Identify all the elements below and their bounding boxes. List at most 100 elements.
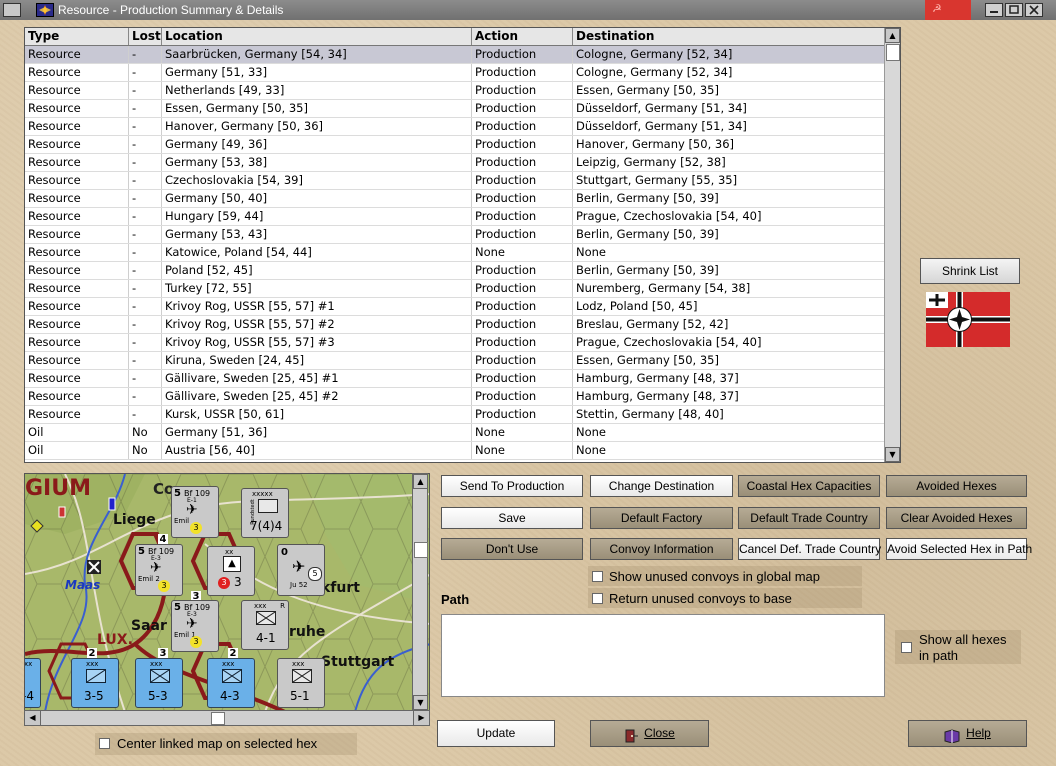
dont-use-button[interactable]: Don't Use [441, 538, 583, 560]
table-row[interactable]: Oil No Austria [56, 40] None None [25, 442, 885, 460]
close-button[interactable]: Close [590, 720, 709, 747]
header-action[interactable]: Action [472, 28, 573, 45]
unit-counter-bf109-e3[interactable]: 5 Bf 109 E-3 ✈ Emil 2 3 [135, 544, 183, 596]
unit-strength: 0 [281, 547, 288, 558]
cell-type: Resource [25, 370, 129, 387]
table-vertical-scrollbar[interactable]: ▲ ▼ [884, 28, 900, 462]
send-to-production-button[interactable]: Send To Production [441, 475, 583, 497]
unit-counter-ju52[interactable]: 0 ✈ Ju 52 5 [277, 544, 325, 596]
table-row[interactable]: Resource - Germany [53, 43] Production Berli… [25, 226, 885, 244]
unit-size: xx [225, 548, 234, 556]
unit-counter-bf109-e1[interactable]: 5 Bf 109 E-1 ✈ Emil 3 [171, 486, 219, 538]
unit-counter-bf109-e3-b[interactable]: 5 Bf 109 E-3 ✈ Emil 1 3 [171, 600, 219, 652]
table-row[interactable]: Resource - Kursk, USSR [50, 61] Production S… [25, 406, 885, 424]
cell-type: Resource [25, 172, 129, 189]
table-row[interactable]: Resource - Germany [50, 40] Production Berli… [25, 190, 885, 208]
cell-action: Production [472, 352, 573, 369]
unit-counter-35[interactable]: xxx 3-5 [71, 658, 119, 708]
cell-action: Production [472, 118, 573, 135]
scroll-up-arrow-icon[interactable]: ▲ [885, 28, 900, 43]
map-vertical-scrollbar[interactable]: ▲ ▼ [412, 473, 428, 711]
table-row[interactable]: Resource - Krivoy Rog, USSR [55, 57] #2 Pro… [25, 316, 885, 334]
header-type[interactable]: Type [25, 28, 129, 45]
table-row[interactable]: Resource - Czechoslovakia [54, 39] Producti… [25, 172, 885, 190]
save-button[interactable]: Save [441, 507, 583, 529]
unit-counter-43[interactable]: xxx 4-3 [207, 658, 255, 708]
show-all-hexes-checkbox[interactable] [901, 642, 912, 653]
map-label-kfurt: kfurt [321, 580, 360, 596]
unit-counter-51[interactable]: xxx 5-1 [277, 658, 325, 708]
default-factory-button[interactable]: Default Factory [590, 507, 733, 529]
linked-map[interactable]: GIUM Co Liege Maas LUX. Saar kfurt ruhe … [24, 473, 430, 711]
return-unused-convoys-checkbox[interactable] [592, 593, 603, 604]
german-war-flag-icon [926, 292, 1010, 347]
unit-counter-rundstedt[interactable]: xxxxx Rundstedt 7(4)4 [241, 488, 289, 538]
avoided-hexes-button[interactable]: Avoided Hexes [886, 475, 1027, 497]
production-table[interactable]: Type Lost Location Action Destination Re… [24, 27, 901, 463]
cell-location: Germany [53, 43] [162, 226, 472, 243]
table-row[interactable]: Resource - Essen, Germany [50, 35] Producti… [25, 100, 885, 118]
table-row[interactable]: Resource - Krivoy Rog, USSR [55, 57] #1 Pro… [25, 298, 885, 316]
center-linked-map-checkbox[interactable] [99, 738, 110, 749]
show-unused-convoys-checkbox[interactable] [592, 571, 603, 582]
header-location[interactable]: Location [162, 28, 472, 45]
table-row[interactable]: Resource - Katowice, Poland [54, 44] None No… [25, 244, 885, 262]
cell-location: Krivoy Rog, USSR [55, 57] #1 [162, 298, 472, 315]
cell-action: Production [472, 334, 573, 351]
unit-counter-53[interactable]: xxx 5-3 [135, 658, 183, 708]
map-vscroll-thumb[interactable] [414, 542, 428, 558]
table-row[interactable]: Resource - Hanover, Germany [50, 36] Produc… [25, 118, 885, 136]
cell-action: Production [472, 280, 573, 297]
avoid-selected-hex-in-path-button[interactable]: Avoid Selected Hex in Path [886, 538, 1032, 560]
unit-counter-41[interactable]: xxx R 4-1 [241, 600, 289, 650]
scroll-down-arrow-icon[interactable]: ▼ [885, 447, 900, 462]
table-row[interactable]: Resource - Kiruna, Sweden [24, 45] Producti… [25, 352, 885, 370]
update-button[interactable]: Update [437, 720, 555, 747]
map-hscroll-thumb[interactable] [211, 712, 225, 725]
table-row[interactable]: Resource - Gällivare, Sweden [25, 45] #1 Pr… [25, 370, 885, 388]
table-row[interactable]: Resource - Gällivare, Sweden [25, 45] #2 Pr… [25, 388, 885, 406]
convoy-information-button[interactable]: Convoy Information [590, 538, 733, 560]
table-row[interactable]: Resource - Hungary [59, 44] Production Pragu… [25, 208, 885, 226]
map-label-gium: GIUM [25, 476, 91, 501]
scroll-down-arrow-icon[interactable]: ▼ [413, 695, 428, 710]
table-row[interactable]: Oil No Germany [51, 36] None None [25, 424, 885, 442]
header-destination[interactable]: Destination [573, 28, 885, 45]
table-row[interactable]: Resource - Germany [53, 38] Production Leipz… [25, 154, 885, 172]
table-row[interactable]: Resource - Netherlands [49, 33] Production E… [25, 82, 885, 100]
table-row[interactable]: Resource - Saarbrücken, Germany [54, 34] Pr… [25, 46, 885, 64]
cell-location: Czechoslovakia [54, 39] [162, 172, 472, 189]
cell-destination: Lodz, Poland [50, 45] [573, 298, 885, 315]
maximize-button[interactable] [1005, 3, 1023, 17]
table-row[interactable]: Resource - Germany [51, 33] Production Colog… [25, 64, 885, 82]
cell-type: Resource [25, 46, 129, 63]
cancel-def-trade-country-button[interactable]: Cancel Def. Trade Country [738, 538, 881, 560]
infantry-icon [292, 669, 312, 683]
map-label-liege: Liege [113, 512, 156, 528]
scroll-right-arrow-icon[interactable]: ▶ [413, 711, 429, 725]
table-row[interactable]: Resource - Turkey [72, 55] Production Nuremb… [25, 280, 885, 298]
map-horizontal-scrollbar[interactable]: ◀ ▶ [24, 710, 430, 726]
table-row[interactable]: Resource - Poland [52, 45] Production Berlin… [25, 262, 885, 280]
table-row[interactable]: Resource - Krivoy Rog, USSR [55, 57] #3 Pro… [25, 334, 885, 352]
clear-avoided-hexes-button[interactable]: Clear Avoided Hexes [886, 507, 1027, 529]
help-button[interactable]: Help [908, 720, 1027, 747]
unit-counter-edge[interactable]: xx -4 [25, 658, 41, 708]
table-scroll-thumb[interactable] [886, 44, 900, 61]
coastal-hex-capacities-button[interactable]: Coastal Hex Capacities [738, 475, 880, 497]
default-trade-country-button[interactable]: Default Trade Country [738, 507, 880, 529]
cell-location: Germany [51, 33] [162, 64, 472, 81]
shrink-list-button[interactable]: Shrink List [920, 258, 1020, 284]
system-menu-left-button[interactable] [3, 3, 21, 17]
path-textarea[interactable] [441, 614, 885, 697]
table-row[interactable]: Resource - Germany [49, 36] Production Hanov… [25, 136, 885, 154]
minimize-button[interactable] [985, 3, 1003, 17]
scroll-left-arrow-icon[interactable]: ◀ [25, 711, 41, 725]
cell-type: Resource [25, 406, 129, 423]
close-window-button[interactable] [1025, 3, 1043, 17]
unit-counter-hq[interactable]: xx ▲ 3 3 [207, 546, 255, 596]
cell-location: Krivoy Rog, USSR [55, 57] #3 [162, 334, 472, 351]
change-destination-button[interactable]: Change Destination [590, 475, 733, 497]
scroll-up-arrow-icon[interactable]: ▲ [413, 474, 428, 489]
header-lost[interactable]: Lost [129, 28, 162, 45]
